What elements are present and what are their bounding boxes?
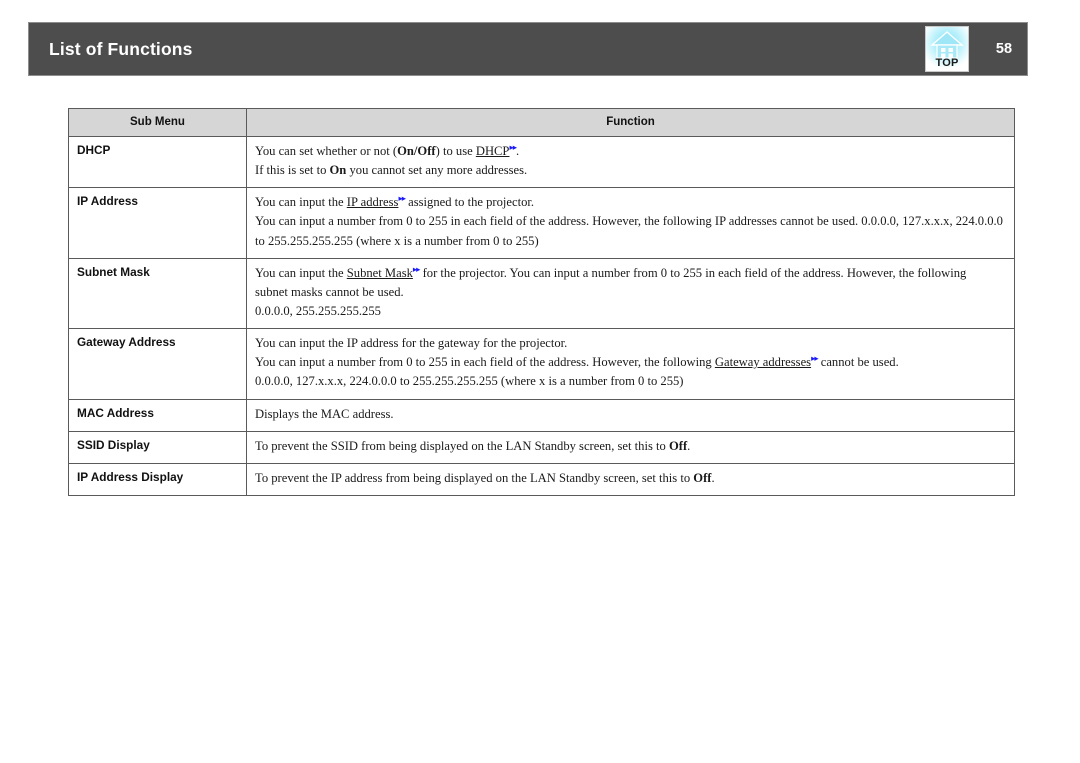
body-text: You can input a number from 0 to 255 in … [255,355,715,370]
function-cell: To prevent the SSID from being displayed… [246,430,1015,464]
body-text: to 255.255.255.255 (where x is a number … [255,233,539,248]
function-text-line: 0.0.0.0, 127.x.x.x, 224.0.0.0 to 255.255… [255,372,1006,391]
top-button[interactable]: TOP [925,26,969,72]
top-button-label: TOP [935,57,959,69]
table-row: Gateway Address You can input the IP addr… [68,328,1015,400]
table-row: DHCP You can set whether or not (On/Off) … [68,135,1015,189]
body-text: . [515,144,520,158]
function-cell: You can input the IP address for the gat… [246,328,1015,400]
table-row: IP Address You can input the IP address▸▸… [68,187,1015,259]
glossary-term-link[interactable]: Subnet Mask [347,266,413,280]
glossary-term-link[interactable]: Gateway addresses [715,355,811,369]
function-cell: You can input the IP address▸▸ assigned … [246,187,1015,259]
body-text: You can input the [255,195,347,210]
body-text: Displays the MAC address. [255,406,394,421]
body-text: If this is set to [255,163,330,178]
body-text: assigned to the projector. [404,195,535,210]
table-row: MAC Address Displays the MAC address. [68,398,1015,432]
sub-menu-cell: Subnet Mask [68,257,247,330]
page-title: List of Functions [49,38,193,59]
body-text: You can input a number from 0 to 255 in … [255,214,1003,229]
page-header: List of Functions TOP 58 [28,22,1028,76]
body-text: subnet masks cannot be used. [255,284,404,299]
function-text-line: 0.0.0.0, 255.255.255.255 [255,302,1006,321]
function-text-line: Displays the MAC address. [255,405,1006,424]
table-row: SSID Display To prevent the SSID from bei… [68,430,1015,464]
function-text-line: You can input the IP address▸▸ assigned … [255,193,1006,212]
sub-menu-cell: IP Address [68,187,247,259]
sub-menu-cell: SSID Display [68,430,247,464]
function-text-line: You can input the Subnet Mask▸▸ for the … [255,264,1006,283]
body-text: . [711,470,715,485]
glossary-term-link[interactable]: IP address [347,195,399,209]
projector-top-icon [930,31,964,59]
table-row: IP Address Display To prevent the IP addr… [68,462,1015,496]
table-row: Subnet Mask You can input the Subnet Mask… [68,257,1015,330]
column-header-function: Function [246,108,1015,137]
body-text: . [687,438,691,453]
body-text: To prevent the IP address from being dis… [255,470,694,485]
column-header-sub-menu: Sub Menu [68,108,247,137]
function-text-line: You can input a number from 0 to 255 in … [255,353,1006,372]
body-text: 0.0.0.0, 255.255.255.255 [255,303,381,318]
body-text: 0.0.0.0, 127.x.x.x, 224.0.0.0 to 255.255… [255,374,684,389]
function-text-line: To prevent the SSID from being displayed… [255,437,1006,456]
function-cell: Displays the MAC address. [246,398,1015,432]
table-body: DHCP You can set whether or not (On/Off) … [68,135,1015,496]
table-header-row: Sub Menu Function [68,108,1015,137]
function-text-line: If this is set to On you cannot set any … [255,161,1006,180]
body-text: To prevent the SSID from being displayed… [255,438,669,453]
emphasis-text: On/Off [397,144,436,158]
sub-menu-cell: IP Address Display [68,462,247,496]
body-text: you cannot set any more addresses. [346,163,528,178]
sub-menu-cell: Gateway Address [68,328,247,400]
emphasis-text: Off [668,438,688,453]
function-cell: You can input the Subnet Mask▸▸ for the … [246,257,1015,330]
body-text: You can set whether or not ( [255,144,398,158]
body-text: You can input the [255,265,347,280]
page-number: 58 [995,41,1013,57]
body-text: cannot be used. [817,355,899,370]
function-cell: You can set whether or not (On/Off) to u… [246,135,1015,189]
table-header: Sub Menu Function [68,108,1015,137]
function-text-line: To prevent the IP address from being dis… [255,469,1006,488]
function-text-line: to 255.255.255.255 (where x is a number … [255,232,1006,251]
function-text-line: You can set whether or not (On/Off) to u… [255,142,1006,161]
function-text-line: You can input a number from 0 to 255 in … [255,212,1006,231]
sub-menu-cell: DHCP [68,135,247,189]
glossary-term-link[interactable]: DHCP [476,144,510,158]
function-text-line: You can input the IP address for the gat… [255,334,1006,353]
functions-table: Sub Menu Function DHCP You can set whethe… [68,108,1015,496]
function-cell: To prevent the IP address from being dis… [246,462,1015,496]
emphasis-text: On [329,163,347,178]
body-text: for the projector. You can input a numbe… [419,265,967,280]
body-text: You can input the IP address for the gat… [255,336,568,351]
function-text-line: subnet masks cannot be used. [255,283,1006,302]
body-text: ) to use [435,144,476,158]
sub-menu-cell: MAC Address [68,398,247,432]
emphasis-text: Off [693,470,712,485]
